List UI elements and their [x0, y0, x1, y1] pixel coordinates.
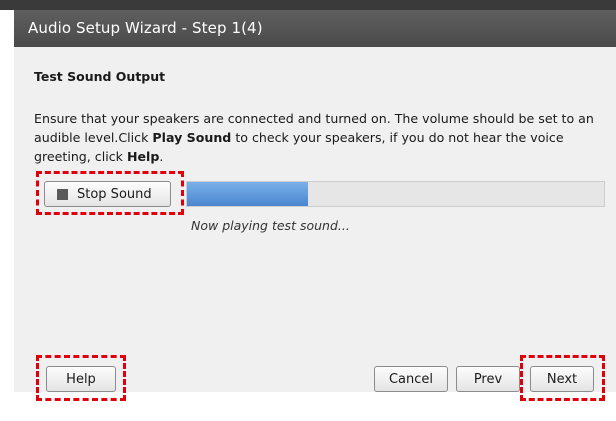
prev-button[interactable]: Prev: [456, 366, 520, 392]
title-bar[interactable]: Audio Setup Wizard - Step 1(4): [14, 10, 616, 48]
cancel-button[interactable]: Cancel: [374, 366, 448, 392]
playback-status: Now playing test sound...: [191, 218, 350, 233]
progress-fill: [187, 182, 308, 206]
window-top-edge: [0, 0, 616, 10]
stop-sound-label: Stop Sound: [77, 186, 152, 202]
help-emphasis: Help: [126, 149, 160, 164]
stop-square-icon: [57, 188, 68, 200]
window-title: Audio Setup Wizard - Step 1(4): [28, 19, 263, 37]
play-sound-emphasis: Play Sound: [152, 130, 232, 145]
window-left-edge: [0, 10, 14, 421]
section-heading: Test Sound Output: [34, 69, 166, 84]
next-button[interactable]: Next: [530, 366, 594, 392]
sound-progress-bar: [186, 181, 605, 207]
help-button[interactable]: Help: [46, 366, 116, 392]
instructions-part-3: .: [159, 149, 164, 164]
stop-sound-button[interactable]: Stop Sound: [44, 181, 171, 207]
instructions-text: Ensure that your speakers are connected …: [34, 109, 604, 166]
